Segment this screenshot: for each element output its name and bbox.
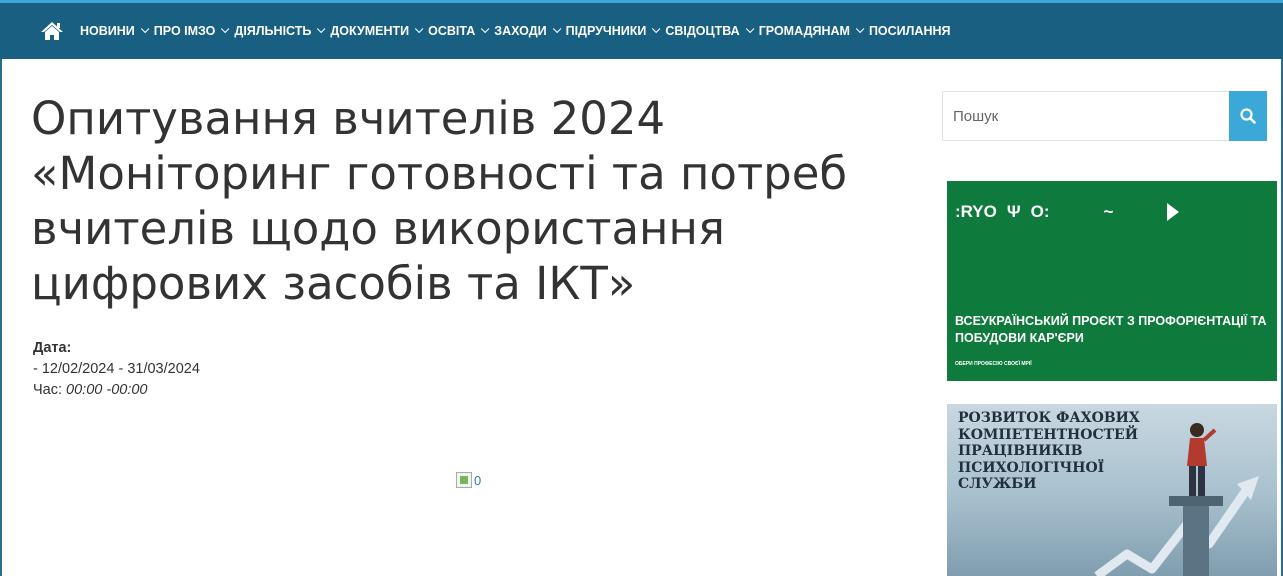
search-icon: [1240, 108, 1256, 124]
nav-item-label: НОВИНИ: [80, 24, 135, 38]
broken-image[interactable]: 0: [456, 472, 481, 488]
chevron-down-icon: [317, 24, 326, 34]
trident-icon: Ψ: [1006, 202, 1021, 221]
chevron-down-icon: [855, 24, 865, 34]
date-label: Дата:: [33, 340, 72, 356]
time-label: Час:: [33, 382, 63, 398]
chevron-down-icon: [745, 24, 755, 34]
nav-item-label: ЗАХОДИ: [494, 24, 547, 38]
chevron-down-icon: [221, 24, 230, 34]
date-range: - 12/02/2024 - 31/03/2024: [33, 361, 200, 377]
association-logo-icon: [1167, 203, 1180, 221]
page-title: Опитування вчителів 2024 «Моніторинг гот…: [31, 92, 848, 310]
nav-item-diialnist[interactable]: ДІЯЛЬНІСТЬ: [234, 24, 326, 38]
nav-item-label: ДОКУМЕНТИ: [330, 24, 410, 38]
event-meta: Дата: - 12/02/2024 - 31/03/2024 Час: 00:…: [33, 338, 200, 401]
nav-item-osvita[interactable]: ОСВІТА: [428, 24, 490, 38]
nav-item-label: ГРОМАДЯНАМ: [758, 24, 850, 38]
time-value: 00:00 -00:00: [66, 382, 148, 398]
search-button[interactable]: [1229, 91, 1267, 141]
nav-item-hromadianam[interactable]: ГРОМАДЯНАМ: [758, 24, 865, 38]
nav-item-novyny[interactable]: НОВИНИ: [80, 24, 150, 38]
search-box: [942, 91, 1267, 141]
chevron-down-icon: [140, 24, 150, 34]
nav-item-dokumenty[interactable]: ДОКУМЕНТИ: [330, 24, 424, 38]
banner-logos: :RYO Ψ O: ~: [955, 195, 1275, 229]
nav-item-label: ПОСИЛАННЯ: [868, 24, 951, 38]
nav-item-pidruchnyky[interactable]: ПІДРУЧНИКИ: [565, 24, 661, 38]
chevron-down-icon: [552, 24, 561, 34]
nav-item-posylannia[interactable]: ПОСИЛАННЯ: [869, 24, 951, 38]
psychology-service-banner[interactable]: РОЗВИТОК ФАХОВИХ КОМПЕТЕНТНОСТЕЙ ПРАЦІВН…: [947, 404, 1277, 576]
chevron-down-icon: [415, 24, 424, 34]
banner-title: РОЗВИТОК ФАХОВИХ КОМПЕТЕНТНОСТЕЙ ПРАЦІВН…: [958, 410, 1148, 493]
chevron-down-icon: [481, 24, 490, 34]
nav-item-label: ПРО ІМЗО: [153, 24, 216, 38]
home-icon[interactable]: [40, 20, 66, 42]
nav-item-label: ОСВІТА: [428, 24, 476, 38]
nav-item-pro-imzo[interactable]: ПРО ІМЗО: [153, 24, 230, 38]
nav-item-label: ПІДРУЧНИКИ: [565, 24, 647, 38]
chevron-down-icon: [652, 24, 661, 34]
nav-item-zakhody[interactable]: ЗАХОДИ: [494, 24, 561, 38]
search-input[interactable]: [943, 92, 1229, 140]
broken-image-icon: [456, 472, 472, 488]
image-alt-text: 0: [474, 472, 482, 488]
page-frame-left: [0, 0, 2, 576]
ryo-logo: :RYO: [955, 202, 997, 221]
institute-logo-icon: ~: [1103, 202, 1114, 221]
nav-item-svidotstva[interactable]: СВІДОЦТВА: [665, 24, 755, 38]
banner-title: ВСЕУКРАЇНСЬКИЙ ПРОЄКТ З ПРОФОРІЄНТАЦІЇ Т…: [955, 314, 1267, 345]
banner-title-text: РОЗВИТОК ФАХОВИХ КОМПЕТЕНТНОСТЕЙ ПРАЦІВН…: [958, 410, 1140, 492]
nav-item-label: СВІДОЦТВА: [665, 24, 740, 38]
ministry-logo: O:: [1030, 202, 1050, 221]
main-navbar: НОВИНИ ПРО ІМЗО ДІЯЛЬНІСТЬ ДОКУМЕНТИ ОСВ…: [0, 0, 1283, 59]
time-row: Час: 00:00 -00:00: [33, 380, 200, 401]
banner-subtitle: ОБЕРИ ПРОФЕСІЮ СВОЄЇ МРІЇ: [955, 361, 1032, 367]
nav-item-label: ДІЯЛЬНІСТЬ: [234, 24, 312, 38]
career-project-banner[interactable]: :RYO Ψ O: ~ ВСЕУКРАЇНСЬКИЙ ПРОЄКТ З ПРОФ…: [947, 181, 1277, 381]
